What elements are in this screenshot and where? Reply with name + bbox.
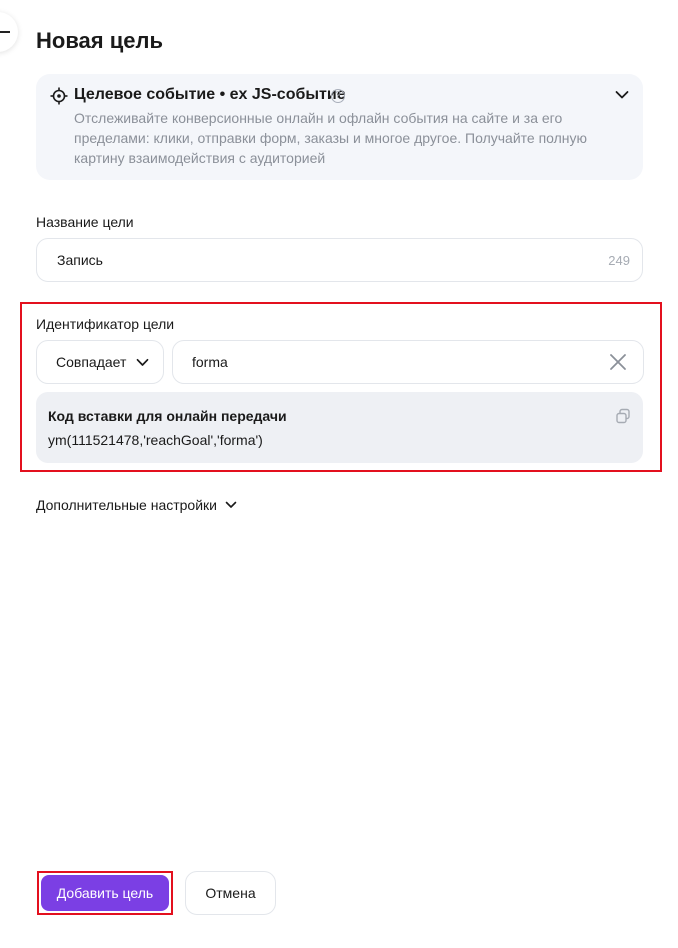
goal-identifier-value: forma [192, 354, 228, 370]
add-goal-button[interactable]: Добавить цель [41, 875, 169, 911]
character-counter: 249 [608, 253, 630, 268]
advanced-settings-label: Дополнительные настройки [36, 497, 217, 513]
chevron-down-icon[interactable] [615, 90, 629, 100]
goal-type-selector[interactable]: Целевое событие • ex JS-событие ? Отслеж… [36, 74, 643, 180]
target-icon [50, 87, 68, 105]
back-arrow-icon [0, 31, 10, 33]
copy-icon[interactable] [615, 408, 631, 424]
goal-name-input[interactable]: Запись 249 [36, 238, 643, 282]
goal-identifier-input[interactable]: forma [172, 340, 644, 384]
goal-type-title: Целевое событие • ex JS-событие [74, 86, 346, 103]
goal-identifier-label: Идентификатор цели [36, 316, 175, 332]
match-type-select[interactable]: Совпадает [36, 340, 164, 384]
code-snippet-box: Код вставки для онлайн передачи ym(11152… [36, 392, 643, 463]
add-goal-highlight: Добавить цель [37, 871, 173, 915]
match-type-value: Совпадает [56, 354, 127, 370]
back-button[interactable] [0, 12, 18, 52]
help-icon[interactable]: ? [331, 89, 345, 103]
advanced-settings-toggle[interactable]: Дополнительные настройки [36, 497, 237, 513]
goal-name-label: Название цели [36, 214, 134, 230]
goal-name-value: Запись [57, 252, 103, 268]
chevron-down-icon [225, 501, 237, 508]
code-snippet-title: Код вставки для онлайн передачи [48, 408, 287, 424]
chevron-down-icon [136, 358, 149, 366]
close-icon[interactable] [609, 353, 627, 371]
page-title: Новая цель [36, 28, 164, 53]
code-snippet-value: ym(111521478,'reachGoal','forma') [48, 432, 263, 448]
new-goal-page: Новая цель Целевое событие • ex JS-событ… [0, 0, 678, 948]
goal-type-description: Отслеживайте конверсионные онлайн и офла… [74, 110, 588, 166]
cancel-button[interactable]: Отмена [185, 871, 276, 915]
